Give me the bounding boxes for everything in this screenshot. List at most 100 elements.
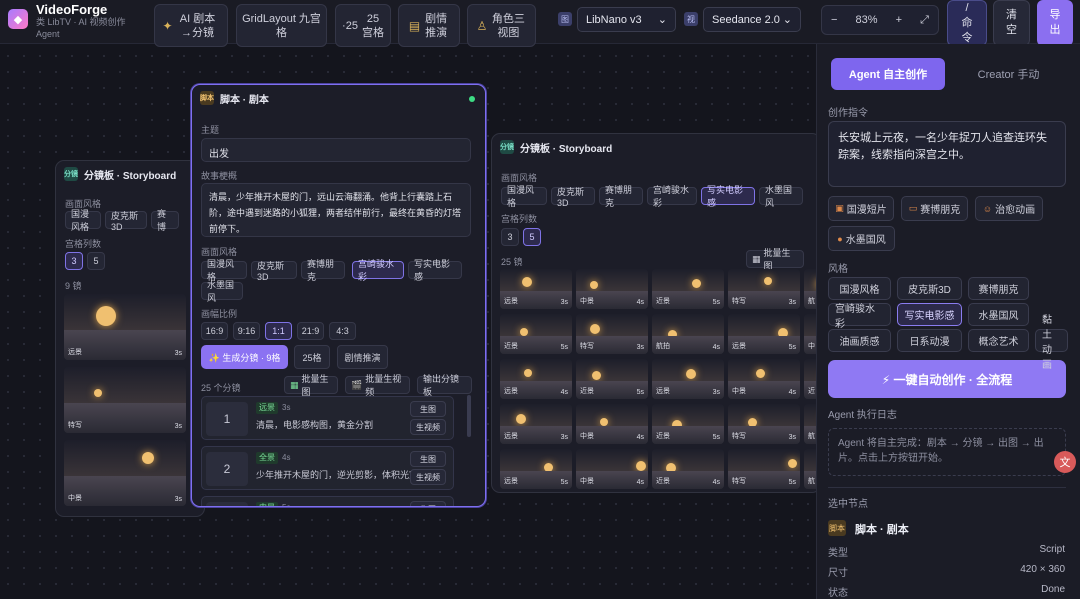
style-chip[interactable]: 水墨国风 — [201, 280, 243, 303]
cols-5[interactable]: 5 — [87, 252, 105, 270]
style-chip[interactable]: 赛博朋克 — [599, 185, 643, 208]
storyboard-frame[interactable]: 特写 3s — [728, 269, 800, 309]
storyboard-frame[interactable]: 中景 4s — [576, 404, 648, 444]
export-storyboard-button[interactable]: 输出分镜板 — [417, 374, 472, 397]
storyboard-frame[interactable]: 中景 4s — [576, 269, 648, 309]
storyboard-frame[interactable]: 特写 3s — [576, 314, 648, 354]
style-chip[interactable]: 黏土动画 — [1035, 315, 1068, 371]
preset-chip[interactable]: ▣ 国漫短片 — [828, 196, 894, 221]
style-chip[interactable]: 国漫风格 — [828, 277, 891, 300]
generate-image-button[interactable]: 生图 — [410, 401, 446, 417]
batch-video-button[interactable]: 🎬 批量生视频 — [345, 374, 410, 397]
style-chip[interactable]: 国漫风格 — [65, 209, 101, 232]
style-chip[interactable]: 日系动漫 — [897, 329, 962, 352]
style-chip[interactable]: 油画质感 — [828, 329, 891, 352]
style-chip[interactable]: 宫崎骏水彩 — [647, 185, 697, 208]
style-chip[interactable]: 宫崎骏水彩 — [352, 259, 404, 282]
storyboard-frame[interactable]: 特写 3s — [728, 404, 800, 444]
scrollbar[interactable] — [467, 395, 471, 437]
style-chip[interactable]: 国漫风格 — [201, 259, 247, 282]
style-chip[interactable]: 国漫风格 — [501, 185, 547, 208]
cols-3[interactable]: 3 — [65, 252, 83, 270]
storyboard-node-left[interactable]: 分镜 分镜板 · Storyboard 画面风格 宫格列数 3 5 9 镜 远景 3… — [55, 160, 205, 517]
storyboard-frame[interactable]: 远景 5s — [728, 314, 800, 354]
preset-chip[interactable]: ▭ 赛博朋克 — [901, 196, 968, 221]
style-chip[interactable]: 概念艺术 — [968, 329, 1029, 352]
script-node[interactable]: 脚本 脚本 · 剧本 主题 出发 故事梗概 清晨，少年推开木屋的门，远山云海翻涌。… — [191, 84, 486, 507]
storyboard-frame[interactable]: 近景 4s — [652, 449, 724, 489]
export-button[interactable]: 导出 — [1037, 0, 1073, 46]
storyboard-frame[interactable]: 中景 4s — [576, 449, 648, 489]
style-chip[interactable]: 写实电影感 — [897, 303, 962, 326]
shot-row[interactable]: 2 全景 4s 少年推开木屋的门，逆光剪影，体积光穿透 生图 生视频 — [201, 446, 454, 490]
style-chip[interactable]: 写实电影感 — [408, 259, 462, 282]
character-view-button[interactable]: ♙ 角色三视图 — [467, 4, 536, 47]
ai-script-button[interactable]: ✦ AI 剧本→分镜 — [154, 4, 228, 47]
command-button[interactable]: / 命令 — [947, 0, 987, 46]
storyboard-frame[interactable]: 远景 3s — [64, 294, 186, 360]
style-chip[interactable]: 赛博朋克 — [968, 277, 1029, 300]
plot-button[interactable]: ▤ 剧情推演 — [398, 4, 460, 47]
storyboard-node-right[interactable]: 分镜 分镜板 · Storyboard 画面风格 宫格列数 3 5 25 镜 ▦ 批… — [491, 133, 821, 493]
storyboard-frame[interactable]: 远景 4s — [500, 359, 572, 399]
storyboard-frame[interactable]: 远景 3s — [500, 404, 572, 444]
preset-chip[interactable]: ☺ 治愈动画 — [975, 196, 1043, 221]
shot-row[interactable]: 1 远景 3s 清晨，电影感构图，黄金分割 生图 生视频 — [201, 396, 454, 440]
zoom-in-button[interactable]: + — [896, 14, 902, 26]
topic-input[interactable]: 出发 — [201, 138, 471, 162]
cols-3[interactable]: 3 — [501, 228, 519, 246]
storyboard-frame[interactable]: 中景 3s — [64, 440, 186, 506]
synopsis-textarea[interactable]: 清晨，少年推开木屋的门，远山云海翻涌。他背上行囊踏上石阶，途中遇到迷路的小狐狸，… — [201, 183, 471, 237]
style-chip[interactable]: 皮克斯3D — [105, 211, 147, 232]
tab-creator[interactable]: Creator 手动 — [949, 58, 1068, 90]
storyboard-frame[interactable]: 远景 5s — [500, 449, 572, 489]
plot-button[interactable]: 剧情推演 — [337, 345, 388, 369]
style-chip[interactable]: 水墨国风 — [968, 303, 1029, 326]
tab-agent[interactable]: Agent 自主创作 — [831, 58, 945, 90]
prompt-textarea[interactable]: 长安城上元夜，一名少年捉刀人追查连环失踪案，线索指向深宫之中。 — [828, 121, 1066, 187]
style-chip[interactable]: 赛博朋克 — [301, 259, 345, 282]
storyboard-frame[interactable]: 特写 5s — [728, 449, 800, 489]
storyboard-frame[interactable]: 近景 5s — [576, 359, 648, 399]
image-model-select[interactable]: LibNano v3 ⌄ — [577, 7, 676, 32]
ratio-chip[interactable]: 1:1 — [265, 322, 292, 340]
style-chip[interactable]: 宫崎骏水彩 — [828, 303, 891, 330]
ratio-chip[interactable]: 16:9 — [201, 322, 228, 340]
storyboard-frame[interactable]: 航拍 4s — [652, 314, 724, 354]
batch-image-button[interactable]: ▦ 批量生图 — [746, 248, 804, 271]
ratio-chip[interactable]: 21:9 — [297, 322, 324, 340]
grid25-button[interactable]: ·25 25宫格 — [335, 4, 391, 47]
generate-video-button[interactable]: 生视频 — [410, 469, 446, 485]
preset-chip[interactable]: ● 水墨国风 — [828, 226, 895, 251]
shot-row[interactable]: 3中景5s生图生视频 — [201, 496, 454, 506]
storyboard-frame[interactable]: 特写 3s — [64, 367, 186, 433]
storyboard-frame[interactable]: 远景 3s — [500, 269, 572, 309]
grid-layout-button[interactable]: GridLayout 九宫格 — [236, 4, 327, 47]
zoom-out-button[interactable]: − — [831, 14, 837, 26]
storyboard-frame[interactable]: 近景 5s — [500, 314, 572, 354]
generate-image-button[interactable]: 生图 — [410, 451, 446, 467]
style-chip[interactable]: 写实电影感 — [701, 185, 755, 208]
style-chip[interactable]: 赛博 — [151, 209, 179, 232]
grid25-button[interactable]: 25格 — [294, 345, 330, 369]
style-chip[interactable]: 皮克斯3D — [551, 187, 595, 208]
style-chip[interactable]: 水墨国风 — [759, 185, 803, 208]
generate-storyboard-button[interactable]: ✨ 生成分镜 · 9格 — [201, 345, 288, 369]
batch-image-button[interactable]: ▦ 批量生图 — [284, 374, 338, 397]
style-chip[interactable]: 皮克斯3D — [897, 277, 962, 300]
style-chip[interactable]: 皮克斯3D — [251, 261, 297, 282]
generate-image-button[interactable]: 生图 — [410, 501, 446, 506]
fit-view-icon[interactable]: ⤢ — [920, 14, 929, 27]
storyboard-frame[interactable]: 远景 3s — [652, 359, 724, 399]
video-model-select[interactable]: Seedance 2.0 ⌄ — [703, 7, 801, 32]
ratio-chip[interactable]: 4:3 — [329, 322, 356, 340]
translate-icon[interactable]: 文 — [1054, 451, 1076, 473]
storyboard-frame[interactable]: 中景 4s — [728, 359, 800, 399]
ratio-chip[interactable]: 9:16 — [233, 322, 260, 340]
generate-video-button[interactable]: 生视频 — [410, 419, 446, 435]
storyboard-frame[interactable]: 近景 5s — [652, 269, 724, 309]
clear-button[interactable]: 清空 — [993, 0, 1030, 46]
storyboard-frame[interactable]: 近景 5s — [652, 404, 724, 444]
auto-create-button[interactable]: ⚡ 一键自动创作 · 全流程 — [828, 360, 1066, 398]
cols-5[interactable]: 5 — [523, 228, 541, 246]
